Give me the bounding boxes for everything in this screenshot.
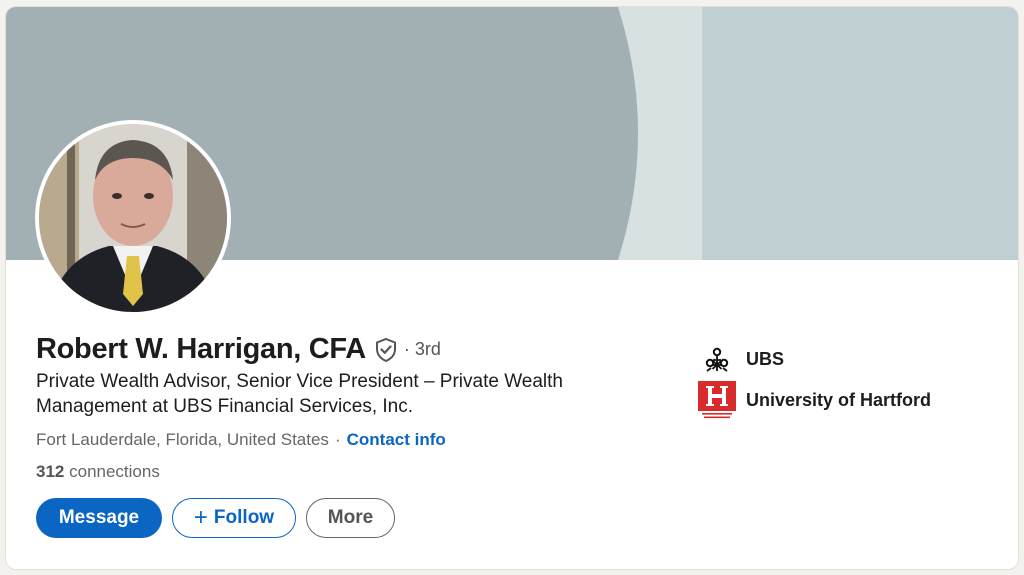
connections-label: connections [69,462,160,481]
profile-photo[interactable] [35,120,231,316]
org-university-of-hartford-name: University of Hartford [746,389,932,410]
org-university-of-hartford[interactable]: University of Hartford [696,379,931,421]
org-ubs[interactable]: UBS [696,338,784,380]
location-separator: · [334,430,341,449]
profile-headline: Private Wealth Advisor, Senior Vice Pres… [36,371,563,417]
profile-location: Fort Lauderdale, Florida, United States [36,430,329,449]
ubs-keys-logo-icon [696,338,738,380]
profile-name: Robert W. Harrigan, CFA [36,333,366,365]
follow-button[interactable]: + Follow [172,498,296,538]
profile-card: Robert W. Harrigan, CFA · 3rd Private We… [6,7,1018,569]
more-button[interactable]: More [306,498,395,538]
follow-button-label: Follow [213,507,275,528]
plus-icon: + [193,504,208,531]
org-ubs-name: UBS [746,348,785,369]
verified-shield-icon[interactable] [374,337,398,363]
connections-count[interactable]: 312 connections [36,462,160,482]
message-button[interactable]: Message [36,498,162,538]
name-row: Robert W. Harrigan, CFA · 3rd [36,333,441,366]
connections-number: 312 [36,462,65,481]
connection-degree: · 3rd [403,339,441,359]
contact-info-link[interactable]: Contact info [347,430,446,450]
more-button-label: More [327,507,374,528]
message-button-label: Message [58,507,140,528]
university-of-hartford-logo-icon [696,379,738,421]
location-row: Fort Lauderdale, Florida, United States … [36,430,446,450]
